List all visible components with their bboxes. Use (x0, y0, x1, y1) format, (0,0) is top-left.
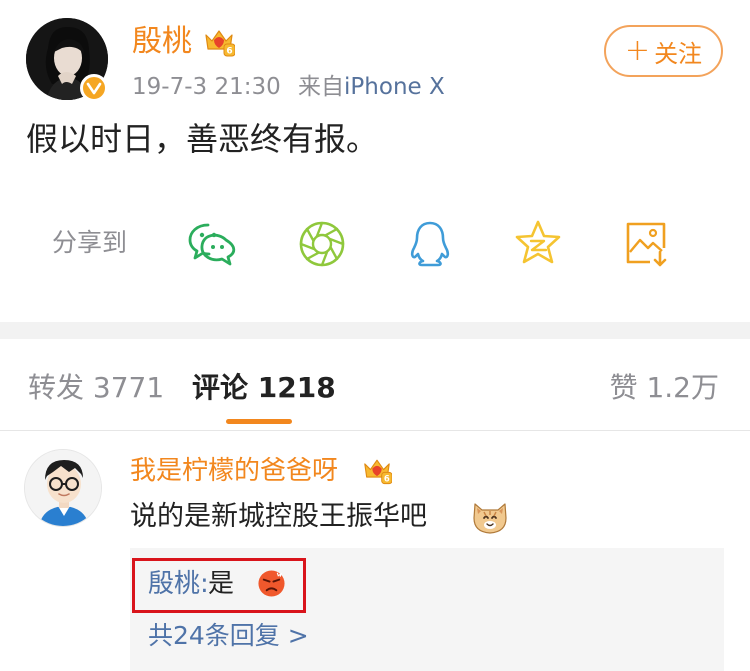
commenter-name[interactable]: 我是柠檬的爸爸呀 (130, 454, 338, 488)
verified-badge (80, 74, 108, 102)
share-label: 分享到 (52, 228, 128, 257)
reply-author[interactable]: 殷桃: (148, 567, 209, 601)
cat-emoji (473, 503, 507, 534)
active-tab-indicator (226, 419, 292, 424)
post-device[interactable]: iPhone X (344, 74, 445, 100)
tab-like[interactable]: 赞 1.2万 (610, 368, 719, 408)
plus-icon: + (624, 33, 651, 68)
tab-repost[interactable]: 转发 3771 (28, 368, 164, 408)
post-source-prefix: 来自 (298, 74, 345, 100)
reply-count-link[interactable]: 共24条回复 > (148, 619, 309, 653)
commenter-avatar[interactable] (24, 449, 102, 527)
post-date: 19-7-3 21:30 (132, 74, 281, 100)
follow-label: 关注 (654, 39, 703, 68)
svg-text:6: 6 (226, 47, 232, 57)
qq-icon[interactable] (404, 218, 456, 270)
qzone-icon[interactable] (512, 218, 564, 270)
angry-emoji (258, 570, 285, 597)
comment-text: 说的是新城控股王振华吧 (130, 501, 427, 532)
reply-author-name[interactable]: 殷桃 (148, 569, 200, 599)
tab-divider (0, 430, 750, 431)
vip-crown-icon: 6 (205, 30, 235, 57)
tab-comment[interactable]: 评论 1218 (192, 368, 336, 408)
verified-v-icon (86, 82, 102, 95)
reply-text: 是 (208, 569, 235, 599)
follow-button[interactable]: + 关注 (604, 25, 723, 77)
post-content: 假以时日，善恶终有报。 (26, 120, 379, 158)
author-name[interactable]: 殷桃 (132, 24, 192, 60)
save-image-icon[interactable] (620, 218, 672, 270)
post-meta: 19-7-3 21:30 来自iPhone X (132, 73, 445, 101)
section-separator (0, 322, 750, 339)
svg-text:6: 6 (384, 473, 390, 483)
wechat-icon[interactable] (188, 218, 240, 270)
moments-icon[interactable] (296, 218, 348, 270)
vip-crown-icon: 6 (364, 459, 392, 485)
